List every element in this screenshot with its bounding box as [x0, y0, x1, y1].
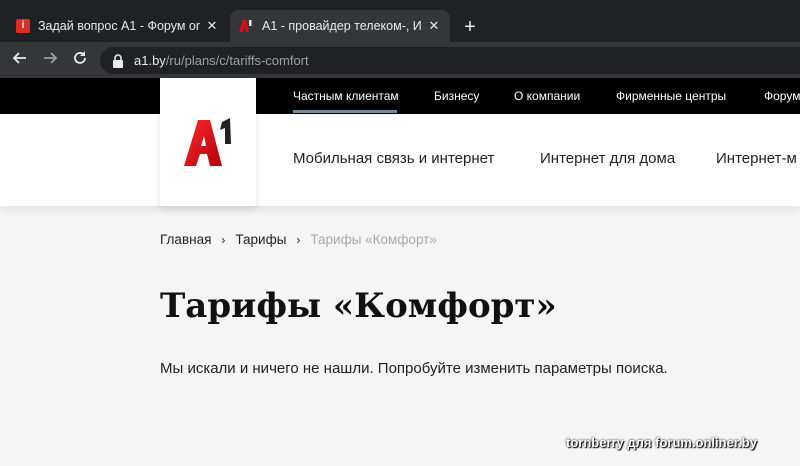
a1-logo-icon	[238, 19, 254, 33]
main-nav-home-internet[interactable]: Интернет для дома	[540, 150, 675, 167]
browser-tab-a1[interactable]: A1 - провайдер телеком-, ИКТ- ✕	[230, 10, 450, 42]
breadcrumb-current: Тарифы «Комфорт»	[310, 232, 437, 247]
top-nav-private[interactable]: Частным клиентам	[293, 78, 399, 114]
lock-icon	[113, 53, 123, 68]
new-tab-button[interactable]: +	[460, 17, 480, 37]
page-title: Тарифы «Комфорт»	[160, 286, 557, 326]
top-nav-stores[interactable]: Фирменные центры	[616, 78, 726, 114]
breadcrumb-home[interactable]: Главная	[160, 232, 211, 247]
forward-arrow-icon	[44, 52, 58, 64]
tab-title: Задай вопрос А1 - Форум online	[38, 19, 200, 33]
tab-strip: i Задай вопрос А1 - Форум online ✕ A1 - …	[0, 0, 800, 42]
tab-title: A1 - провайдер телеком-, ИКТ-	[262, 19, 422, 33]
onliner-icon: i	[16, 19, 30, 33]
a1-logo[interactable]	[160, 78, 256, 206]
active-nav-indicator	[293, 110, 397, 113]
chevron-right-icon: ›	[221, 232, 226, 247]
url-text: a1.by/ru/plans/c/tariffs-comfort	[134, 53, 309, 68]
breadcrumb: Главная › Тарифы › Тарифы «Комфорт»	[160, 232, 437, 247]
reload-icon	[74, 51, 86, 64]
back-button[interactable]	[10, 50, 30, 70]
chevron-right-icon: ›	[296, 232, 301, 247]
a1-logo-icon	[184, 118, 231, 166]
close-tab-icon[interactable]: ✕	[204, 18, 220, 34]
forward-button[interactable]	[40, 50, 60, 70]
reload-button[interactable]	[70, 50, 90, 70]
watermark: tornberry для forum.onliner.by	[566, 435, 757, 450]
close-tab-icon[interactable]: ✕	[426, 18, 442, 34]
top-nav-business[interactable]: Бизнесу	[434, 78, 479, 114]
top-nav-company[interactable]: О компании	[514, 78, 580, 114]
main-nav-internet-more[interactable]: Интернет-м	[716, 150, 797, 167]
breadcrumb-tariffs[interactable]: Тарифы	[235, 232, 286, 247]
top-nav-forum[interactable]: Форум	[764, 78, 800, 114]
browser-tab-onliner[interactable]: i Задай вопрос А1 - Форум online ✕	[8, 10, 228, 42]
address-bar[interactable]: a1.by/ru/plans/c/tariffs-comfort	[100, 47, 800, 74]
main-nav-mobile[interactable]: Мобильная связь и интернет	[293, 150, 494, 167]
empty-results-message: Мы искали и ничего не нашли. Попробуйте …	[160, 360, 668, 377]
top-nav-bar: Частным клиентам Бизнесу О компании Фирм…	[0, 78, 800, 114]
back-arrow-icon	[12, 52, 26, 64]
browser-toolbar: a1.by/ru/plans/c/tariffs-comfort	[0, 42, 800, 78]
